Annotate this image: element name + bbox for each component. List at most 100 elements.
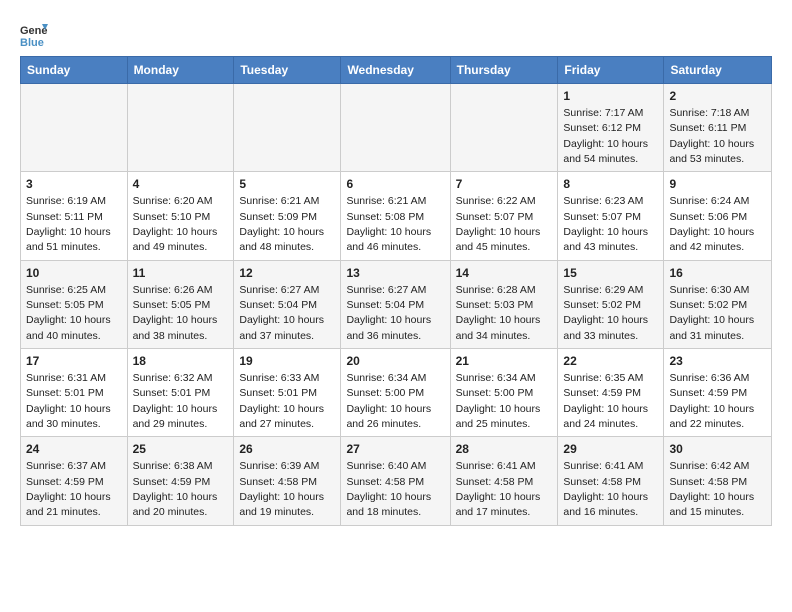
day-info: Sunrise: 6:30 AM Sunset: 5:02 PM Dayligh… [669, 284, 754, 342]
day-cell [450, 84, 558, 172]
day-cell: 1 Sunrise: 7:17 AM Sunset: 6:12 PM Daylig… [558, 84, 664, 172]
week-row-5: 24 Sunrise: 6:37 AM Sunset: 4:59 PM Dayli… [21, 437, 772, 525]
day-cell [127, 84, 234, 172]
day-number: 13 [346, 265, 444, 282]
day-number: 25 [133, 441, 229, 458]
day-number: 23 [669, 353, 766, 370]
day-cell [21, 84, 128, 172]
day-number: 16 [669, 265, 766, 282]
day-info: Sunrise: 7:18 AM Sunset: 6:11 PM Dayligh… [669, 107, 754, 165]
day-cell: 27 Sunrise: 6:40 AM Sunset: 4:58 PM Dayli… [341, 437, 450, 525]
weekday-header-monday: Monday [127, 57, 234, 84]
day-cell: 29 Sunrise: 6:41 AM Sunset: 4:58 PM Dayli… [558, 437, 664, 525]
day-number: 30 [669, 441, 766, 458]
day-info: Sunrise: 6:31 AM Sunset: 5:01 PM Dayligh… [26, 372, 111, 430]
day-cell: 24 Sunrise: 6:37 AM Sunset: 4:59 PM Dayli… [21, 437, 128, 525]
day-cell: 11Sunrise: 6:26 AM Sunset: 5:05 PM Dayli… [127, 260, 234, 348]
day-cell: 28Sunrise: 6:41 AM Sunset: 4:58 PM Dayli… [450, 437, 558, 525]
day-info: Sunrise: 6:19 AM Sunset: 5:11 PM Dayligh… [26, 195, 111, 253]
day-number: 17 [26, 353, 122, 370]
day-info: Sunrise: 6:34 AM Sunset: 5:00 PM Dayligh… [456, 372, 541, 430]
day-cell: 23 Sunrise: 6:36 AM Sunset: 4:59 PM Dayli… [664, 349, 772, 437]
day-number: 12 [239, 265, 335, 282]
day-number: 5 [239, 176, 335, 193]
day-cell: 20 Sunrise: 6:34 AM Sunset: 5:00 PM Dayli… [341, 349, 450, 437]
day-info: Sunrise: 6:25 AM Sunset: 5:05 PM Dayligh… [26, 284, 111, 342]
day-info: Sunrise: 6:26 AM Sunset: 5:05 PM Dayligh… [133, 284, 218, 342]
day-cell: 18 Sunrise: 6:32 AM Sunset: 5:01 PM Dayli… [127, 349, 234, 437]
day-number: 3 [26, 176, 122, 193]
day-cell: 6 Sunrise: 6:21 AM Sunset: 5:08 PM Daylig… [341, 172, 450, 260]
day-info: Sunrise: 7:17 AM Sunset: 6:12 PM Dayligh… [563, 107, 648, 165]
svg-text:Blue: Blue [20, 37, 44, 48]
day-info: Sunrise: 6:28 AM Sunset: 5:03 PM Dayligh… [456, 284, 541, 342]
day-cell: 13Sunrise: 6:27 AM Sunset: 5:04 PM Dayli… [341, 260, 450, 348]
day-number: 8 [563, 176, 658, 193]
day-number: 20 [346, 353, 444, 370]
day-cell: 17 Sunrise: 6:31 AM Sunset: 5:01 PM Dayli… [21, 349, 128, 437]
day-cell: 2Sunrise: 7:18 AM Sunset: 6:11 PM Daylig… [664, 84, 772, 172]
weekday-header-sunday: Sunday [21, 57, 128, 84]
weekday-header-tuesday: Tuesday [234, 57, 341, 84]
day-cell: 3 Sunrise: 6:19 AM Sunset: 5:11 PM Daylig… [21, 172, 128, 260]
day-info: Sunrise: 6:21 AM Sunset: 5:08 PM Dayligh… [346, 195, 431, 253]
day-number: 1 [563, 88, 658, 105]
weekday-header-friday: Friday [558, 57, 664, 84]
day-info: Sunrise: 6:37 AM Sunset: 4:59 PM Dayligh… [26, 460, 111, 518]
day-cell: 21 Sunrise: 6:34 AM Sunset: 5:00 PM Dayli… [450, 349, 558, 437]
day-info: Sunrise: 6:20 AM Sunset: 5:10 PM Dayligh… [133, 195, 218, 253]
day-cell: 30 Sunrise: 6:42 AM Sunset: 4:58 PM Dayli… [664, 437, 772, 525]
day-number: 24 [26, 441, 122, 458]
day-cell: 26 Sunrise: 6:39 AM Sunset: 4:58 PM Dayli… [234, 437, 341, 525]
day-info: Sunrise: 6:38 AM Sunset: 4:59 PM Dayligh… [133, 460, 218, 518]
day-cell: 9Sunrise: 6:24 AM Sunset: 5:06 PM Daylig… [664, 172, 772, 260]
day-number: 29 [563, 441, 658, 458]
day-info: Sunrise: 6:34 AM Sunset: 5:00 PM Dayligh… [346, 372, 431, 430]
weekday-header-saturday: Saturday [664, 57, 772, 84]
day-number: 28 [456, 441, 553, 458]
calendar-table: SundayMondayTuesdayWednesdayThursdayFrid… [20, 56, 772, 526]
day-cell: 4 Sunrise: 6:20 AM Sunset: 5:10 PM Daylig… [127, 172, 234, 260]
week-row-3: 10 Sunrise: 6:25 AM Sunset: 5:05 PM Dayli… [21, 260, 772, 348]
day-number: 26 [239, 441, 335, 458]
day-info: Sunrise: 6:27 AM Sunset: 5:04 PM Dayligh… [239, 284, 324, 342]
day-number: 6 [346, 176, 444, 193]
week-row-2: 3 Sunrise: 6:19 AM Sunset: 5:11 PM Daylig… [21, 172, 772, 260]
day-cell: 25 Sunrise: 6:38 AM Sunset: 4:59 PM Dayli… [127, 437, 234, 525]
day-number: 14 [456, 265, 553, 282]
day-info: Sunrise: 6:42 AM Sunset: 4:58 PM Dayligh… [669, 460, 754, 518]
day-info: Sunrise: 6:41 AM Sunset: 4:58 PM Dayligh… [563, 460, 648, 518]
day-number: 7 [456, 176, 553, 193]
day-cell: 22 Sunrise: 6:35 AM Sunset: 4:59 PM Dayli… [558, 349, 664, 437]
day-info: Sunrise: 6:36 AM Sunset: 4:59 PM Dayligh… [669, 372, 754, 430]
day-info: Sunrise: 6:35 AM Sunset: 4:59 PM Dayligh… [563, 372, 648, 430]
day-number: 18 [133, 353, 229, 370]
day-cell: 10 Sunrise: 6:25 AM Sunset: 5:05 PM Dayli… [21, 260, 128, 348]
day-number: 10 [26, 265, 122, 282]
day-info: Sunrise: 6:21 AM Sunset: 5:09 PM Dayligh… [239, 195, 324, 253]
logo: General Blue [20, 20, 48, 48]
day-info: Sunrise: 6:39 AM Sunset: 4:58 PM Dayligh… [239, 460, 324, 518]
day-number: 19 [239, 353, 335, 370]
day-info: Sunrise: 6:40 AM Sunset: 4:58 PM Dayligh… [346, 460, 431, 518]
day-info: Sunrise: 6:33 AM Sunset: 5:01 PM Dayligh… [239, 372, 324, 430]
logo-icon: General Blue [20, 20, 48, 48]
day-number: 4 [133, 176, 229, 193]
day-cell: 19 Sunrise: 6:33 AM Sunset: 5:01 PM Dayli… [234, 349, 341, 437]
day-cell: 12 Sunrise: 6:27 AM Sunset: 5:04 PM Dayli… [234, 260, 341, 348]
calendar-page: General Blue SundayMondayTuesdayWednesda… [0, 0, 792, 542]
day-number: 22 [563, 353, 658, 370]
day-info: Sunrise: 6:24 AM Sunset: 5:06 PM Dayligh… [669, 195, 754, 253]
day-cell: 15Sunrise: 6:29 AM Sunset: 5:02 PM Dayli… [558, 260, 664, 348]
day-number: 15 [563, 265, 658, 282]
day-cell [234, 84, 341, 172]
header: General Blue [20, 16, 772, 48]
day-cell: 5 Sunrise: 6:21 AM Sunset: 5:09 PM Daylig… [234, 172, 341, 260]
week-row-4: 17 Sunrise: 6:31 AM Sunset: 5:01 PM Dayli… [21, 349, 772, 437]
weekday-header-thursday: Thursday [450, 57, 558, 84]
day-number: 27 [346, 441, 444, 458]
day-info: Sunrise: 6:23 AM Sunset: 5:07 PM Dayligh… [563, 195, 648, 253]
week-row-1: 1 Sunrise: 7:17 AM Sunset: 6:12 PM Daylig… [21, 84, 772, 172]
day-number: 21 [456, 353, 553, 370]
day-info: Sunrise: 6:32 AM Sunset: 5:01 PM Dayligh… [133, 372, 218, 430]
